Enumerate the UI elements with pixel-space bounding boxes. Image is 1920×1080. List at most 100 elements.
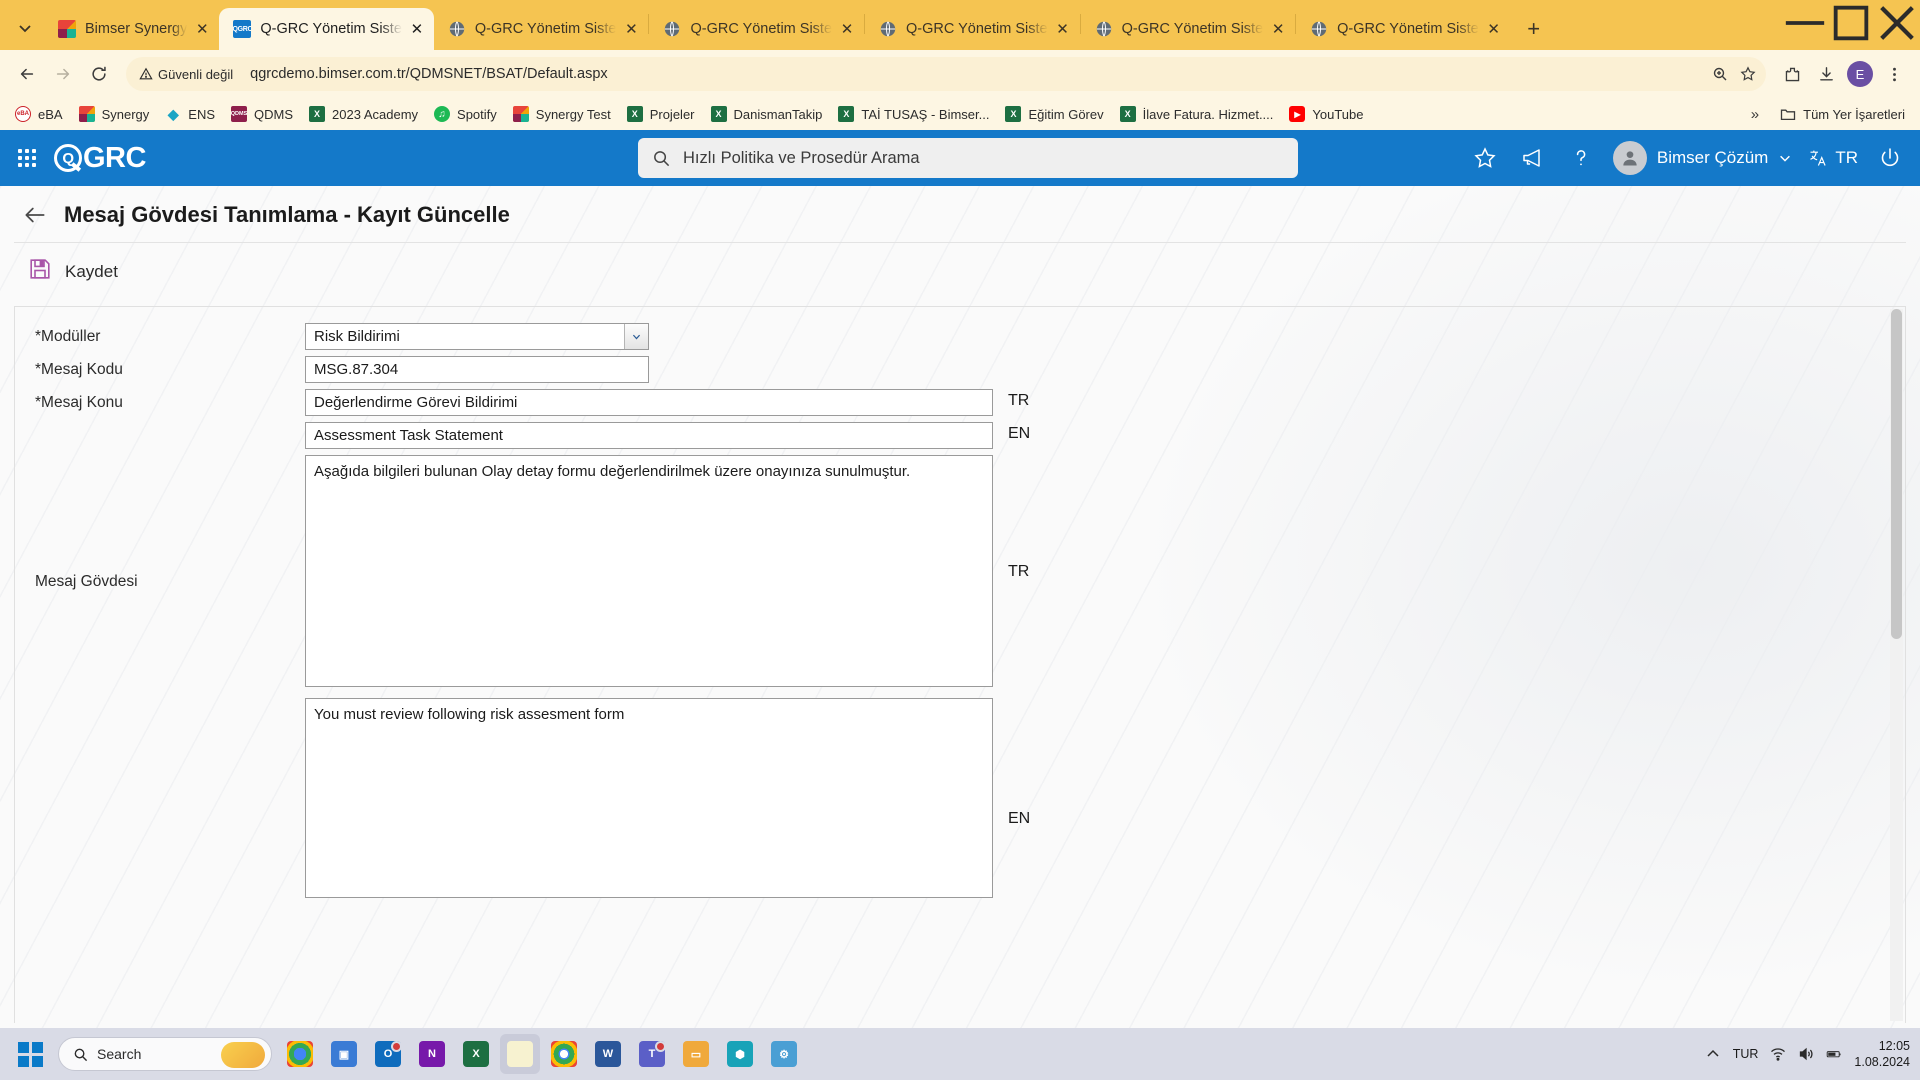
taskbar-search[interactable]: Search [58,1037,272,1071]
excel-icon: X [1005,106,1022,122]
field-control [305,455,993,692]
bookmark-item[interactable]: Synergy Test [506,102,618,126]
new-tab-button[interactable]: + [1517,12,1551,46]
select-value[interactable] [305,323,649,350]
user-name: Bimser Çözüm [1656,148,1769,167]
megaphone-icon[interactable] [1517,142,1549,174]
bookmark-item[interactable]: X Projeler [620,102,702,126]
bookmark-item[interactable]: ▶ YouTube [1282,102,1370,126]
tab-search-icon[interactable] [6,9,44,47]
close-icon[interactable]: ✕ [1267,18,1289,40]
profile-avatar[interactable]: E [1844,58,1876,90]
app-logo[interactable]: Q GRC [54,142,146,175]
form-scrollbar[interactable] [1890,309,1903,1021]
taskbar-app-button[interactable]: ▭ [676,1034,716,1074]
browser-tab-active[interactable]: QGRC Q-GRC Yönetim Siste ✕ [219,8,434,50]
back-arrow-icon[interactable] [22,202,48,228]
bookmark-item[interactable]: ◆ ENS [158,102,222,126]
close-icon[interactable]: ✕ [836,18,858,40]
language-selector[interactable]: TR [1808,148,1858,168]
taskbar-app-button[interactable]: T [632,1034,672,1074]
text-input[interactable] [305,389,993,416]
close-icon[interactable]: ✕ [620,18,642,40]
three-dot-menu-icon[interactable] [1878,58,1910,90]
textarea-input[interactable] [305,698,993,898]
taskbar-app-button[interactable]: X [456,1034,496,1074]
zoom-icon[interactable] [1706,60,1734,88]
browser-tab[interactable]: Q-GRC Yönetim Siste ✕ [649,8,864,50]
security-label: Güvenli değil [158,66,234,82]
form-field-row: *Modüller [15,323,1905,350]
taskbar-app-button[interactable] [280,1034,320,1074]
browser-tab[interactable]: Q-GRC Yönetim Siste ✕ [1081,8,1296,50]
chevron-down-icon[interactable] [1778,151,1792,165]
extensions-icon[interactable] [1776,58,1808,90]
bookmark-item[interactable]: QDMS QDMS [224,102,300,126]
taskbar-app-button[interactable] [500,1034,540,1074]
bookmark-label: Synergy [101,106,150,122]
all-bookmarks-button[interactable]: Tüm Yer İşaretleri [1773,102,1912,126]
start-button[interactable] [8,1032,52,1076]
close-icon[interactable]: ✕ [1052,18,1074,40]
scrollbar-thumb[interactable] [1891,309,1902,639]
star-icon[interactable] [1469,142,1501,174]
url-text[interactable]: qgrcdemo.bimser.com.tr/QDMSNET/BSAT/Defa… [242,66,1706,82]
save-button[interactable]: Kaydet [28,257,118,286]
apps-grid-icon[interactable] [18,149,36,167]
reload-icon[interactable] [82,57,116,91]
bookmark-item[interactable]: X Eğitim Görev [998,102,1110,126]
taskbar-app-button[interactable]: ⬢ [720,1034,760,1074]
clock-time: 12:05 [1878,1038,1910,1053]
taskbar-language[interactable]: TUR [1733,1047,1759,1061]
site-security-indicator[interactable]: Güvenli değil [130,63,242,86]
battery-icon[interactable] [1826,1046,1842,1062]
bookmark-item[interactable]: X 2023 Academy [302,102,425,126]
bookmark-item[interactable]: X DanismanTakip [704,102,830,126]
taskbar-app-button[interactable]: O [368,1034,408,1074]
maximize-icon[interactable] [1828,0,1874,46]
textarea-input[interactable] [305,455,993,687]
globe-icon [663,20,681,38]
close-icon[interactable]: ✕ [191,18,213,40]
address-bar[interactable]: Güvenli değil qgrcdemo.bimser.com.tr/QDM… [126,57,1766,91]
taskbar-app-button[interactable] [544,1034,584,1074]
search-input[interactable] [683,148,1284,168]
download-icon[interactable] [1810,58,1842,90]
bookmarks-overflow-icon[interactable]: » [1747,106,1763,123]
taskbar-app-button[interactable]: ⚙ [764,1034,804,1074]
global-search[interactable] [638,138,1298,178]
close-icon[interactable]: ✕ [1483,18,1505,40]
bookmark-item[interactable]: X TAİ TUSAŞ - Bimser... [831,102,996,126]
excel-icon: X [838,106,855,122]
taskbar-app-button[interactable]: ▣ [324,1034,364,1074]
bookmark-item[interactable]: ♫ Spotify [427,102,504,126]
taskbar-app-button[interactable]: N [412,1034,452,1074]
minimize-icon[interactable] [1782,0,1828,46]
taskbar-app-button[interactable]: W [588,1034,628,1074]
chevron-up-icon[interactable] [1705,1046,1721,1062]
forward-arrow-icon[interactable] [46,57,80,91]
field-label: *Mesaj Kodu [35,361,123,378]
back-arrow-icon[interactable] [10,57,44,91]
browser-tab[interactable]: Bimser Synergy ✕ [44,8,219,50]
browser-tab[interactable]: Q-GRC Yönetim Siste ✕ [1296,8,1511,50]
volume-icon[interactable] [1798,1046,1814,1062]
wifi-icon[interactable] [1770,1046,1786,1062]
bookmark-item[interactable]: eBA eBA [8,102,70,126]
user-menu[interactable]: Bimser Çözüm [1612,141,1792,175]
close-icon[interactable] [1874,0,1920,46]
text-input[interactable] [305,422,993,449]
taskbar-clock[interactable]: 12:05 1.08.2024 [1854,1038,1910,1071]
close-icon[interactable]: ✕ [406,18,428,40]
power-icon[interactable] [1874,142,1906,174]
browser-tab[interactable]: Q-GRC Yönetim Siste ✕ [865,8,1080,50]
text-input[interactable] [305,356,649,383]
chevron-down-icon[interactable] [624,324,648,349]
bookmark-item[interactable]: X İlave Fatura. Hizmet.... [1113,102,1281,126]
bookmark-star-icon[interactable] [1734,60,1762,88]
select-modules[interactable] [305,323,649,350]
onenote-icon: N [419,1041,445,1067]
question-mark-icon[interactable] [1565,142,1597,174]
browser-tab[interactable]: Q-GRC Yönetim Siste ✕ [434,8,649,50]
bookmark-item[interactable]: Synergy [72,102,157,126]
